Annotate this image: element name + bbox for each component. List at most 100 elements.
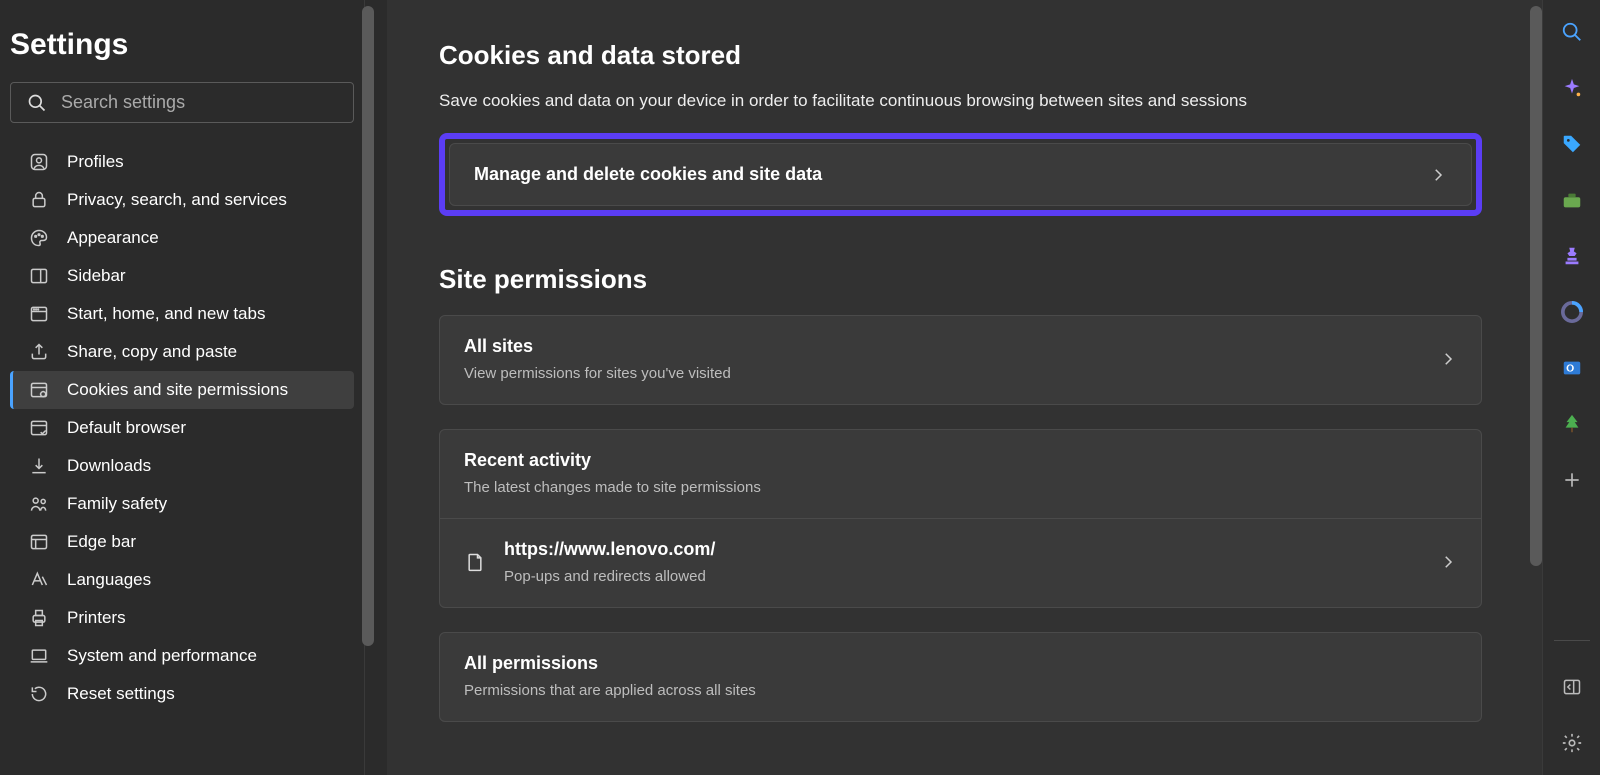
nav-item-system[interactable]: System and performance: [10, 637, 354, 675]
search-icon: [1561, 21, 1583, 43]
nav-label: Appearance: [67, 228, 159, 248]
recent-site-status: Pop-ups and redirects allowed: [504, 568, 715, 585]
search-input[interactable]: [61, 92, 337, 113]
sidebar-drop-button[interactable]: [1558, 410, 1586, 438]
lock-icon: [29, 190, 49, 210]
nav-label: Reset settings: [67, 684, 175, 704]
office-icon: [1561, 301, 1583, 323]
sidebar-office-button[interactable]: [1558, 298, 1586, 326]
tree-icon: [1561, 413, 1583, 435]
iconbar-divider: [1554, 640, 1590, 641]
nav-item-sidebar[interactable]: Sidebar: [10, 257, 354, 295]
recent-activity-group: Recent activity The latest changes made …: [439, 429, 1482, 608]
sidebar-shopping-button[interactable]: [1558, 130, 1586, 158]
all-permissions-desc: Permissions that are applied across all …: [464, 682, 756, 699]
nav-item-start[interactable]: Start, home, and new tabs: [10, 295, 354, 333]
chevron-right-icon: [1439, 553, 1457, 571]
edge-sidebar: [1542, 0, 1600, 775]
manage-cookies-card[interactable]: Manage and delete cookies and site data: [449, 143, 1472, 206]
nav-item-printers[interactable]: Printers: [10, 599, 354, 637]
sidebar-discover-button[interactable]: [1558, 74, 1586, 102]
nav-item-profiles[interactable]: Profiles: [10, 143, 354, 181]
sidebar-collapse-button[interactable]: [1558, 673, 1586, 701]
palette-icon: [29, 228, 49, 248]
cookie-settings-icon: [29, 380, 49, 400]
content-scrollbar: [1530, 6, 1542, 769]
section-cookies-desc: Save cookies and data on your device in …: [439, 91, 1482, 111]
plus-icon: [1562, 470, 1582, 490]
nav-item-downloads[interactable]: Downloads: [10, 447, 354, 485]
family-icon: [29, 494, 49, 514]
all-sites-desc: View permissions for sites you've visite…: [464, 365, 731, 382]
gap: [365, 0, 387, 775]
nav-label: Family safety: [67, 494, 167, 514]
settings-nav: Profiles Privacy, search, and services A…: [10, 143, 354, 713]
nav-item-share[interactable]: Share, copy and paste: [10, 333, 354, 371]
search-icon: [27, 93, 47, 113]
laptop-icon: [29, 646, 49, 666]
tag-icon: [1561, 133, 1583, 155]
nav-item-languages[interactable]: Languages: [10, 561, 354, 599]
download-icon: [29, 456, 49, 476]
nav-label: Start, home, and new tabs: [67, 304, 265, 324]
section-site-permissions-title: Site permissions: [439, 264, 1482, 295]
all-permissions-group: All permissions Permissions that are app…: [439, 632, 1482, 722]
highlight-frame: Manage and delete cookies and site data: [439, 133, 1482, 216]
recent-activity-title: Recent activity: [464, 450, 761, 471]
sidebar-games-button[interactable]: [1558, 242, 1586, 270]
nav-label: Privacy, search, and services: [67, 190, 287, 210]
toolbox-icon: [1561, 189, 1583, 211]
nav-item-reset[interactable]: Reset settings: [10, 675, 354, 713]
nav-label: Languages: [67, 570, 151, 590]
language-icon: [29, 570, 49, 590]
settings-sidebar: Settings Profiles Privacy, search, and s…: [0, 0, 365, 775]
nav-label: Downloads: [67, 456, 151, 476]
edgebar-icon: [29, 532, 49, 552]
recent-site-url: https://www.lenovo.com/: [504, 539, 715, 560]
sidebar-search-button[interactable]: [1558, 18, 1586, 46]
sparkle-icon: [1561, 77, 1583, 99]
sidebar-tools-button[interactable]: [1558, 186, 1586, 214]
nav-label: System and performance: [67, 646, 257, 666]
recent-activity-desc: The latest changes made to site permissi…: [464, 479, 761, 496]
nav-label: Edge bar: [67, 532, 136, 552]
gear-icon: [1561, 732, 1583, 754]
printer-icon: [29, 608, 49, 628]
chevron-right-icon: [1429, 166, 1447, 184]
section-cookies-title: Cookies and data stored: [439, 40, 1482, 71]
all-sites-panel[interactable]: All sites View permissions for sites you…: [440, 316, 1481, 404]
all-permissions-header: All permissions Permissions that are app…: [440, 633, 1481, 721]
settings-content: Cookies and data stored Save cookies and…: [387, 0, 1542, 775]
nav-item-cookies[interactable]: Cookies and site permissions: [10, 371, 354, 409]
search-input-container[interactable]: [10, 82, 354, 123]
outlook-icon: [1561, 357, 1583, 379]
sidebar-settings-button[interactable]: [1558, 729, 1586, 757]
sidebar-icon: [29, 266, 49, 286]
window-icon: [29, 304, 49, 324]
sidebar-outlook-button[interactable]: [1558, 354, 1586, 382]
nav-label: Printers: [67, 608, 126, 628]
page-title: Settings: [10, 28, 354, 62]
nav-item-family[interactable]: Family safety: [10, 485, 354, 523]
nav-item-appearance[interactable]: Appearance: [10, 219, 354, 257]
all-sites-group: All sites View permissions for sites you…: [439, 315, 1482, 405]
panel-collapse-icon: [1562, 677, 1582, 697]
nav-item-edgebar[interactable]: Edge bar: [10, 523, 354, 561]
nav-label: Share, copy and paste: [67, 342, 237, 362]
nav-item-privacy[interactable]: Privacy, search, and services: [10, 181, 354, 219]
recent-activity-header: Recent activity The latest changes made …: [440, 430, 1481, 518]
share-icon: [29, 342, 49, 362]
profile-icon: [29, 152, 49, 172]
nav-label: Profiles: [67, 152, 124, 172]
sidebar-add-button[interactable]: [1558, 466, 1586, 494]
all-permissions-title: All permissions: [464, 653, 756, 674]
nav-item-default-browser[interactable]: Default browser: [10, 409, 354, 447]
recent-site-row[interactable]: https://www.lenovo.com/ Pop-ups and redi…: [440, 518, 1481, 607]
chess-icon: [1561, 245, 1583, 267]
nav-label: Default browser: [67, 418, 186, 438]
nav-label: Cookies and site permissions: [67, 380, 288, 400]
manage-cookies-label: Manage and delete cookies and site data: [474, 164, 822, 185]
reset-icon: [29, 684, 49, 704]
file-icon: [465, 551, 485, 573]
all-sites-title: All sites: [464, 336, 731, 357]
